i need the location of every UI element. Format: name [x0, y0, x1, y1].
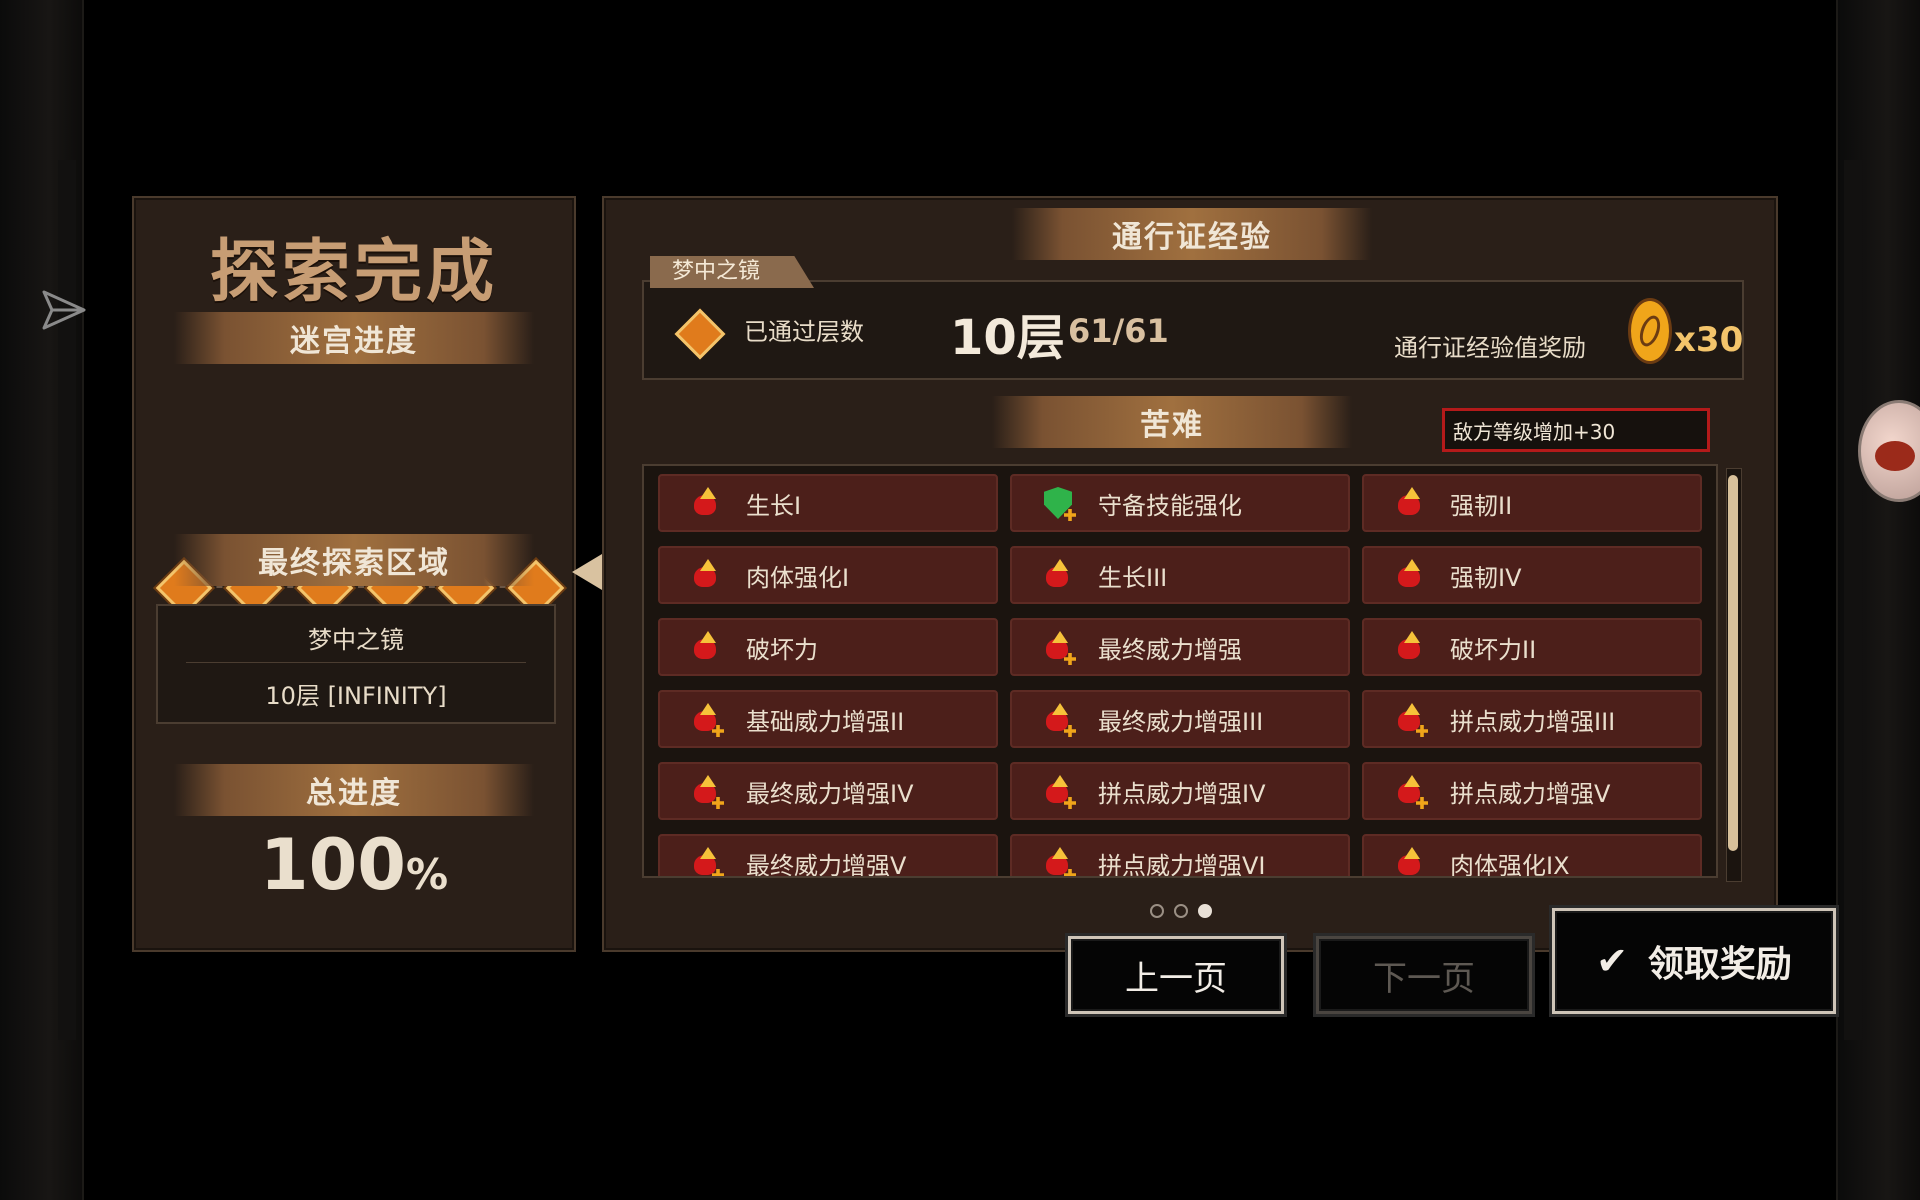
hardship-list[interactable]: 生长I 守备技能强化 强韧II 肉体强化I 生长III 强韧IV 破坏力 最终威力增强 破坏力I…: [642, 464, 1718, 878]
total-progress-value: 100%: [259, 824, 449, 906]
hardship-label: 最终威力增强V: [746, 851, 907, 878]
floors-passed-count: 61/61: [1068, 312, 1169, 350]
pass-exp-icon: [1628, 298, 1672, 364]
page-indicator: [1150, 904, 1212, 918]
hardship-tile[interactable]: 拼点威力增强IV: [1010, 762, 1350, 820]
hardship-label: 生长III: [1098, 563, 1168, 592]
final-region-floor: 10层 [INFINITY]: [265, 682, 447, 710]
hardship-label: 生长I: [746, 491, 802, 520]
scrollbar-thumb[interactable]: [1728, 475, 1738, 851]
page-title: 探索完成: [209, 233, 498, 312]
clash-up-icon: [1394, 703, 1428, 737]
hardship-label: 破坏力II: [1450, 635, 1537, 664]
hardship-label: 强韧II: [1450, 491, 1513, 520]
hardship-label: 强韧IV: [1450, 563, 1522, 592]
page-dot[interactable]: [1150, 904, 1164, 918]
enemy-level-badge: 敌方等级增加+30: [1442, 408, 1710, 452]
floor-stats-box: 已通过层数 10层 61/61 通行证经验值奖励 x30: [642, 280, 1744, 380]
hardship-label: 拼点威力增强IV: [1098, 779, 1266, 808]
divider: [186, 662, 526, 663]
heart-up-icon: [690, 487, 722, 519]
page-dot[interactable]: [1174, 904, 1188, 918]
power-plus-icon: [690, 775, 724, 809]
dungeon-tag: 梦中之镜: [650, 256, 814, 288]
final-region-name: 梦中之镜: [308, 626, 404, 654]
hardship-label: 拼点威力增强V: [1450, 779, 1611, 808]
sword-up-icon: [690, 703, 724, 737]
hardship-tile[interactable]: 最终威力增强: [1010, 618, 1350, 676]
hardship-label: 最终威力增强IV: [746, 779, 914, 808]
floors-passed-value: 10层: [950, 310, 1065, 366]
power-plus-icon: [1042, 631, 1076, 665]
reward-count: x30: [1674, 320, 1744, 360]
hardship-tile[interactable]: 生长I: [658, 474, 998, 532]
hardship-banner: 苦难: [992, 396, 1352, 448]
hardship-tile[interactable]: 拼点威力增强VI: [1010, 834, 1350, 878]
gear-up-icon: [690, 631, 722, 663]
reward-label: 通行证经验值奖励: [1394, 334, 1586, 362]
hardship-tile[interactable]: 基础威力增强II: [658, 690, 998, 748]
hardship-tile[interactable]: 肉体强化IX: [1362, 834, 1702, 878]
clash-up-icon: [1394, 775, 1428, 809]
pass-exp-panel: 通行证经验 已通过层数 10层 61/61 通行证经验值奖励 x30 梦中之镜 …: [602, 196, 1778, 952]
hardship-label: 守备技能强化: [1098, 491, 1242, 520]
clash-up-icon: [1042, 847, 1076, 876]
heart-cross-icon: [1394, 847, 1426, 876]
shield-up-icon: [1394, 559, 1426, 591]
floor-badge-icon: [674, 308, 726, 360]
gear-up-icon: [1394, 631, 1426, 663]
shield-up-icon: [1394, 487, 1426, 519]
send-icon[interactable]: [40, 286, 88, 334]
clash-up-icon: [1042, 775, 1076, 809]
final-region-banner: 最终探索区域: [174, 534, 534, 586]
green-shield-icon: [1042, 487, 1076, 521]
right-frame: [1836, 0, 1920, 1200]
floors-passed-label: 已通过层数: [744, 318, 864, 346]
final-region-box: 梦中之镜 10层 [INFINITY]: [156, 604, 556, 724]
next-page-button[interactable]: 下一页: [1316, 936, 1532, 1014]
page-dot[interactable]: [1198, 904, 1212, 918]
hardship-label: 基础威力增强II: [746, 707, 905, 736]
left-frame: [0, 0, 84, 1200]
total-progress-banner: 总进度: [174, 764, 534, 816]
hardship-tile[interactable]: 拼点威力增强V: [1362, 762, 1702, 820]
hardship-label: 拼点威力增强III: [1450, 707, 1616, 736]
hardship-label: 破坏力: [746, 635, 818, 664]
hardship-tile[interactable]: 强韧IV: [1362, 546, 1702, 604]
hardship-label: 肉体强化IX: [1450, 851, 1570, 878]
exploration-summary-panel: 探索完成 迷宫进度 3层[HARD]6/64层[HARD]7/75层[HARD]…: [132, 196, 576, 952]
hardship-tile[interactable]: 肉体强化I: [658, 546, 998, 604]
check-icon: ✔: [1596, 939, 1628, 983]
hardship-label: 最终威力增强: [1098, 635, 1242, 664]
prev-page-button[interactable]: 上一页: [1068, 936, 1284, 1014]
power-plus-icon: [690, 847, 724, 876]
hardship-label: 最终威力增强III: [1098, 707, 1264, 736]
hardship-scrollbar[interactable]: [1726, 468, 1742, 882]
hardship-tile[interactable]: 强韧II: [1362, 474, 1702, 532]
hardship-tile[interactable]: 破坏力: [658, 618, 998, 676]
hardship-tile[interactable]: 最终威力增强III: [1010, 690, 1350, 748]
hardship-tile[interactable]: 最终威力增强IV: [658, 762, 998, 820]
hardship-tile[interactable]: 破坏力II: [1362, 618, 1702, 676]
power-plus-icon: [1042, 703, 1076, 737]
hardship-tile[interactable]: 最终威力增强V: [658, 834, 998, 878]
heart-up-icon: [1042, 559, 1074, 591]
pass-exp-banner: 通行证经验: [1012, 208, 1372, 260]
heart-cross-icon: [690, 559, 722, 591]
hardship-label: 肉体强化I: [746, 563, 850, 592]
maze-progress-banner: 迷宫进度: [174, 312, 534, 364]
hardship-tile[interactable]: 生长III: [1010, 546, 1350, 604]
hardship-label: 拼点威力增强VI: [1098, 851, 1266, 878]
hardship-tile[interactable]: 拼点威力增强III: [1362, 690, 1702, 748]
claim-reward-button[interactable]: ✔ 领取奖励: [1552, 908, 1836, 1014]
hardship-tile[interactable]: 守备技能强化: [1010, 474, 1350, 532]
